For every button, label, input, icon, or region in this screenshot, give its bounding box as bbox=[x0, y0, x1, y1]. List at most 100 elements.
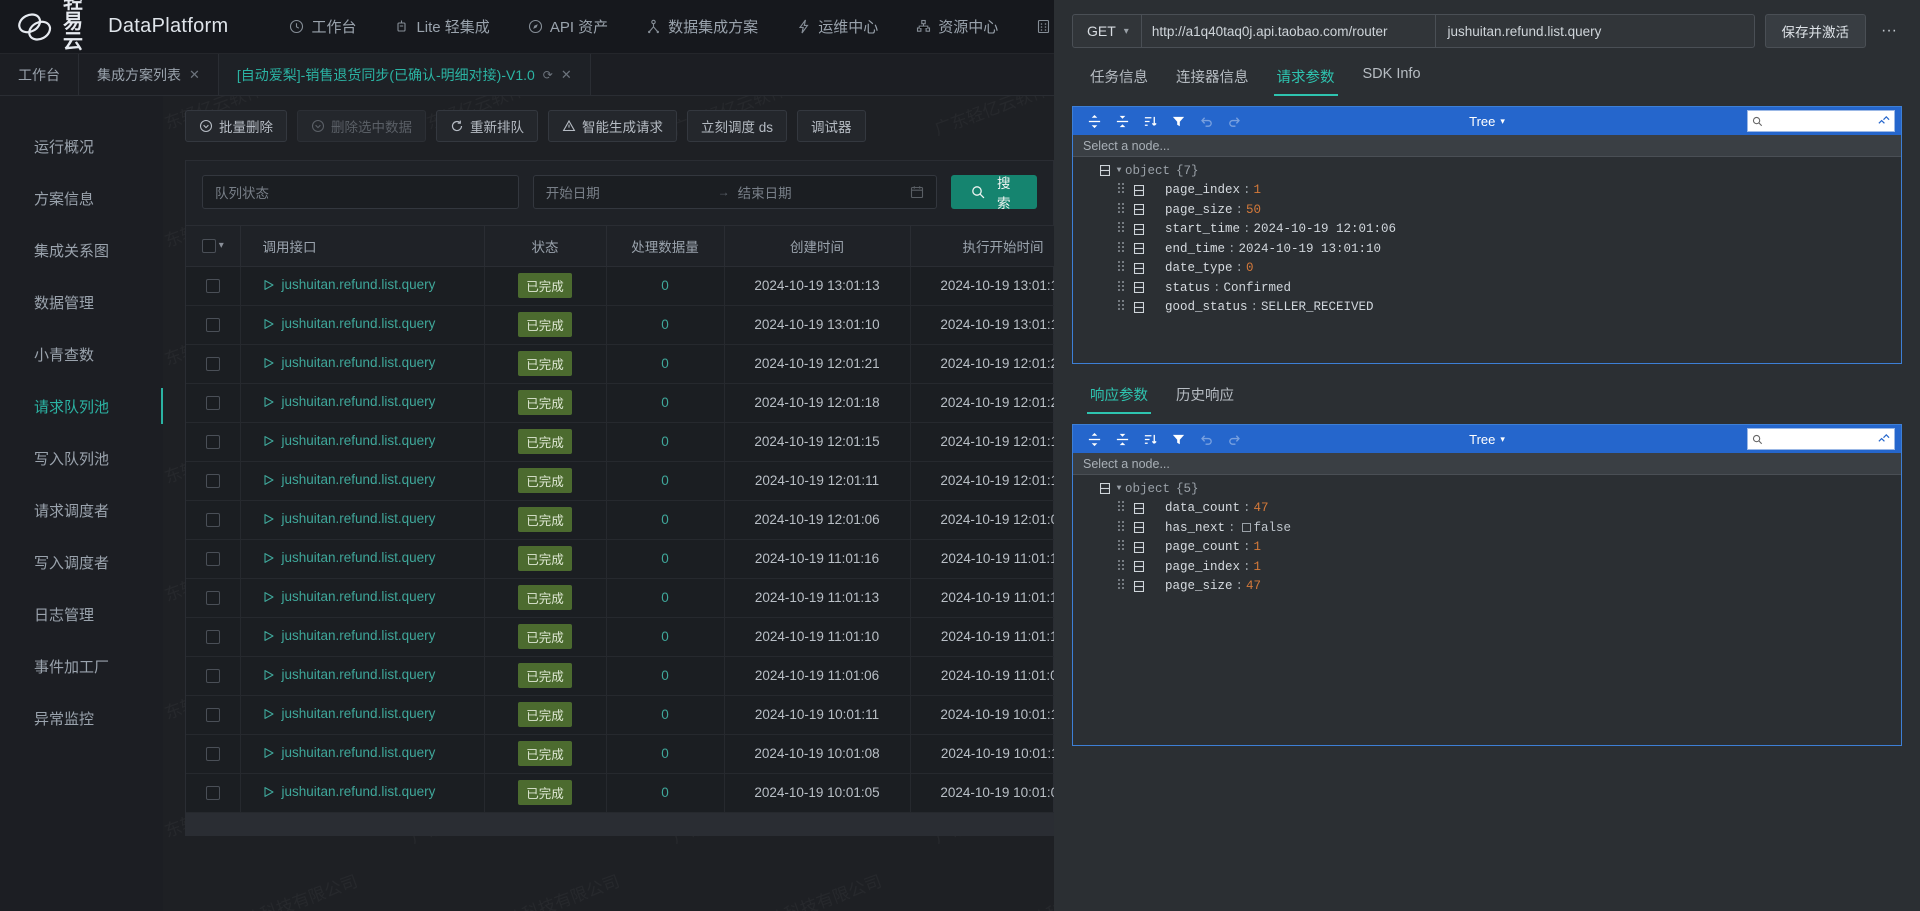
toolbar-button-4[interactable]: 智能生成请求 bbox=[548, 110, 677, 142]
tab-request_panel-2[interactable]: 连接器信息 bbox=[1162, 60, 1263, 96]
editor-search-box[interactable] bbox=[1747, 110, 1895, 132]
node-type-icon[interactable] bbox=[1131, 580, 1147, 592]
api-link[interactable]: jushuitan.refund.list.query bbox=[263, 784, 435, 799]
chevron-down-icon[interactable]: ▼ bbox=[1113, 484, 1125, 493]
search-button[interactable]: 搜索 bbox=[950, 175, 1037, 211]
sidebar-item-11[interactable]: 事件加工厂 bbox=[0, 640, 163, 692]
drag-handle-icon[interactable] bbox=[1117, 539, 1131, 555]
table-row[interactable]: jushuitan.refund.list.query 已完成 0 2024-10-1… bbox=[186, 305, 1054, 345]
tab-request_panel-1[interactable]: 任务信息 bbox=[1076, 60, 1162, 96]
api-link[interactable]: jushuitan.refund.list.query bbox=[263, 511, 435, 526]
editor-search-box[interactable] bbox=[1747, 428, 1895, 450]
nav-item-1[interactable]: 工作台 bbox=[270, 16, 375, 37]
api-link[interactable]: jushuitan.refund.list.query bbox=[263, 472, 435, 487]
collapse-all-icon[interactable] bbox=[1109, 428, 1135, 450]
json-row[interactable]: end_time:2024-10-19 13:01:10 bbox=[1073, 239, 1901, 259]
response-json-tree[interactable]: ▼ object {5} data_count:47 has_next: falsepag… bbox=[1073, 475, 1901, 745]
expand-all-icon[interactable] bbox=[1081, 110, 1107, 132]
drag-handle-icon[interactable] bbox=[1117, 520, 1131, 536]
collapse-all-icon[interactable] bbox=[1109, 110, 1135, 132]
json-value[interactable]: 2024-10-19 13:01:10 bbox=[1239, 242, 1382, 256]
node-type-icon[interactable] bbox=[1131, 282, 1147, 294]
json-row[interactable]: page_index:1 bbox=[1073, 181, 1901, 201]
api-name-input[interactable]: jushuitan.refund.list.query bbox=[1436, 15, 1754, 47]
tab-response_panel-1[interactable]: 响应参数 bbox=[1076, 378, 1162, 414]
node-type-icon[interactable] bbox=[1131, 541, 1147, 553]
search-prev-next-icon[interactable] bbox=[1877, 433, 1890, 446]
api-link[interactable]: jushuitan.refund.list.query bbox=[263, 355, 435, 370]
browser-tab-3[interactable]: [自动爱梨]-销售退货同步(已确认-明细对接)-V1.0 ⟳ ✕ bbox=[218, 54, 591, 95]
json-value[interactable]: SELLER_RECEIVED bbox=[1261, 300, 1374, 314]
node-type-icon[interactable] bbox=[1097, 483, 1113, 495]
column-header-count[interactable]: 处理数据量 bbox=[606, 226, 725, 267]
json-value[interactable]: 1 bbox=[1254, 183, 1262, 197]
sidebar-item-12[interactable]: 异常监控 bbox=[0, 692, 163, 744]
reload-icon[interactable]: ⟳ bbox=[543, 68, 553, 82]
date-range-picker[interactable]: 开始日期 → 结束日期 bbox=[532, 175, 937, 209]
nav-item-2[interactable]: Lite 轻集成 bbox=[375, 16, 508, 37]
json-row[interactable]: status: Confirmed bbox=[1073, 278, 1901, 298]
node-type-icon[interactable] bbox=[1131, 184, 1147, 196]
nav-item-7[interactable]: 财务 bbox=[1017, 16, 1054, 37]
row-checkbox[interactable] bbox=[205, 435, 220, 450]
sort-icon[interactable] bbox=[1137, 110, 1163, 132]
app-logo[interactable]: 轻易云 QCloud DataPlatform bbox=[16, 0, 228, 62]
json-root-row[interactable]: ▼ object {7} bbox=[1073, 161, 1901, 181]
column-header-api[interactable]: 调用接口 bbox=[240, 226, 485, 267]
drag-handle-icon[interactable] bbox=[1117, 241, 1131, 257]
sidebar-item-10[interactable]: 日志管理 bbox=[0, 588, 163, 640]
filter-icon[interactable] bbox=[1165, 110, 1191, 132]
json-root-row[interactable]: ▼ object {5} bbox=[1073, 479, 1901, 499]
node-type-icon[interactable] bbox=[1097, 165, 1113, 177]
json-row[interactable]: has_next: false bbox=[1073, 518, 1901, 538]
sidebar-item-4[interactable]: 数据管理 bbox=[0, 276, 163, 328]
node-type-icon[interactable] bbox=[1131, 243, 1147, 255]
api-link[interactable]: jushuitan.refund.list.query bbox=[263, 745, 435, 760]
sidebar-item-7[interactable]: 写入队列池 bbox=[0, 432, 163, 484]
row-checkbox[interactable] bbox=[205, 630, 220, 645]
api-link[interactable]: jushuitan.refund.list.query bbox=[263, 628, 435, 643]
json-row[interactable]: data_count:47 bbox=[1073, 499, 1901, 519]
filter-icon[interactable] bbox=[1165, 428, 1191, 450]
toolbar-button-3[interactable]: 重新排队 bbox=[436, 110, 538, 142]
nav-item-6[interactable]: 资源中心 bbox=[897, 16, 1017, 37]
json-value[interactable]: 0 bbox=[1246, 261, 1254, 275]
table-horizontal-scrollbar[interactable] bbox=[186, 812, 1053, 835]
sidebar-item-3[interactable]: 集成关系图 bbox=[0, 224, 163, 276]
toolbar-button-6[interactable]: 调试器 bbox=[797, 110, 866, 142]
table-row[interactable]: jushuitan.refund.list.query 已完成 0 2024-10-1… bbox=[186, 695, 1054, 735]
table-row[interactable]: jushuitan.refund.list.query 已完成 0 2024-10-1… bbox=[186, 383, 1054, 423]
request-node-breadcrumb[interactable]: Select a node... bbox=[1073, 135, 1901, 157]
json-value[interactable]: 50 bbox=[1246, 203, 1261, 217]
close-icon[interactable]: ✕ bbox=[189, 67, 200, 83]
browser-tab-1[interactable]: 工作台 bbox=[0, 54, 79, 95]
search-prev-next-icon[interactable] bbox=[1877, 115, 1890, 128]
drag-handle-icon[interactable] bbox=[1117, 578, 1131, 594]
api-link[interactable]: jushuitan.refund.list.query bbox=[263, 394, 435, 409]
row-checkbox[interactable] bbox=[205, 279, 220, 294]
api-link[interactable]: jushuitan.refund.list.query bbox=[263, 589, 435, 604]
node-type-icon[interactable] bbox=[1131, 223, 1147, 235]
node-type-icon[interactable] bbox=[1131, 561, 1147, 573]
drag-handle-icon[interactable] bbox=[1117, 182, 1131, 198]
table-row[interactable]: jushuitan.refund.list.query 已完成 0 2024-10-1… bbox=[186, 773, 1054, 813]
row-checkbox[interactable] bbox=[205, 513, 220, 528]
api-link[interactable]: jushuitan.refund.list.query bbox=[263, 667, 435, 682]
request-json-tree[interactable]: ▼ object {7} page_index:1 page_size:50 start_… bbox=[1073, 157, 1901, 363]
api-link[interactable]: jushuitan.refund.list.query bbox=[263, 706, 435, 721]
save-and-activate-button[interactable]: 保存并激活 bbox=[1764, 14, 1866, 48]
json-row[interactable]: good_status: SELLER_RECEIVED bbox=[1073, 298, 1901, 318]
json-value[interactable]: 1 bbox=[1254, 540, 1262, 554]
row-checkbox[interactable] bbox=[205, 396, 220, 411]
sidebar-item-1[interactable]: 运行概况 bbox=[0, 120, 163, 172]
end-date-input[interactable]: 结束日期 bbox=[738, 182, 902, 202]
request-url-input[interactable]: http://a1q40taq0j.api.taobao.com/router bbox=[1142, 15, 1436, 47]
nav-item-5[interactable]: 运维中心 bbox=[777, 16, 897, 37]
json-row[interactable]: page_index:1 bbox=[1073, 557, 1901, 577]
more-options-icon[interactable]: ··· bbox=[1876, 14, 1902, 48]
tab-request_panel-3[interactable]: 请求参数 bbox=[1263, 60, 1349, 96]
response-node-breadcrumb[interactable]: Select a node... bbox=[1073, 453, 1901, 475]
drag-handle-icon[interactable] bbox=[1117, 202, 1131, 218]
boolean-checkbox[interactable] bbox=[1241, 523, 1251, 533]
chevron-down-icon[interactable]: ▾ bbox=[219, 240, 224, 251]
